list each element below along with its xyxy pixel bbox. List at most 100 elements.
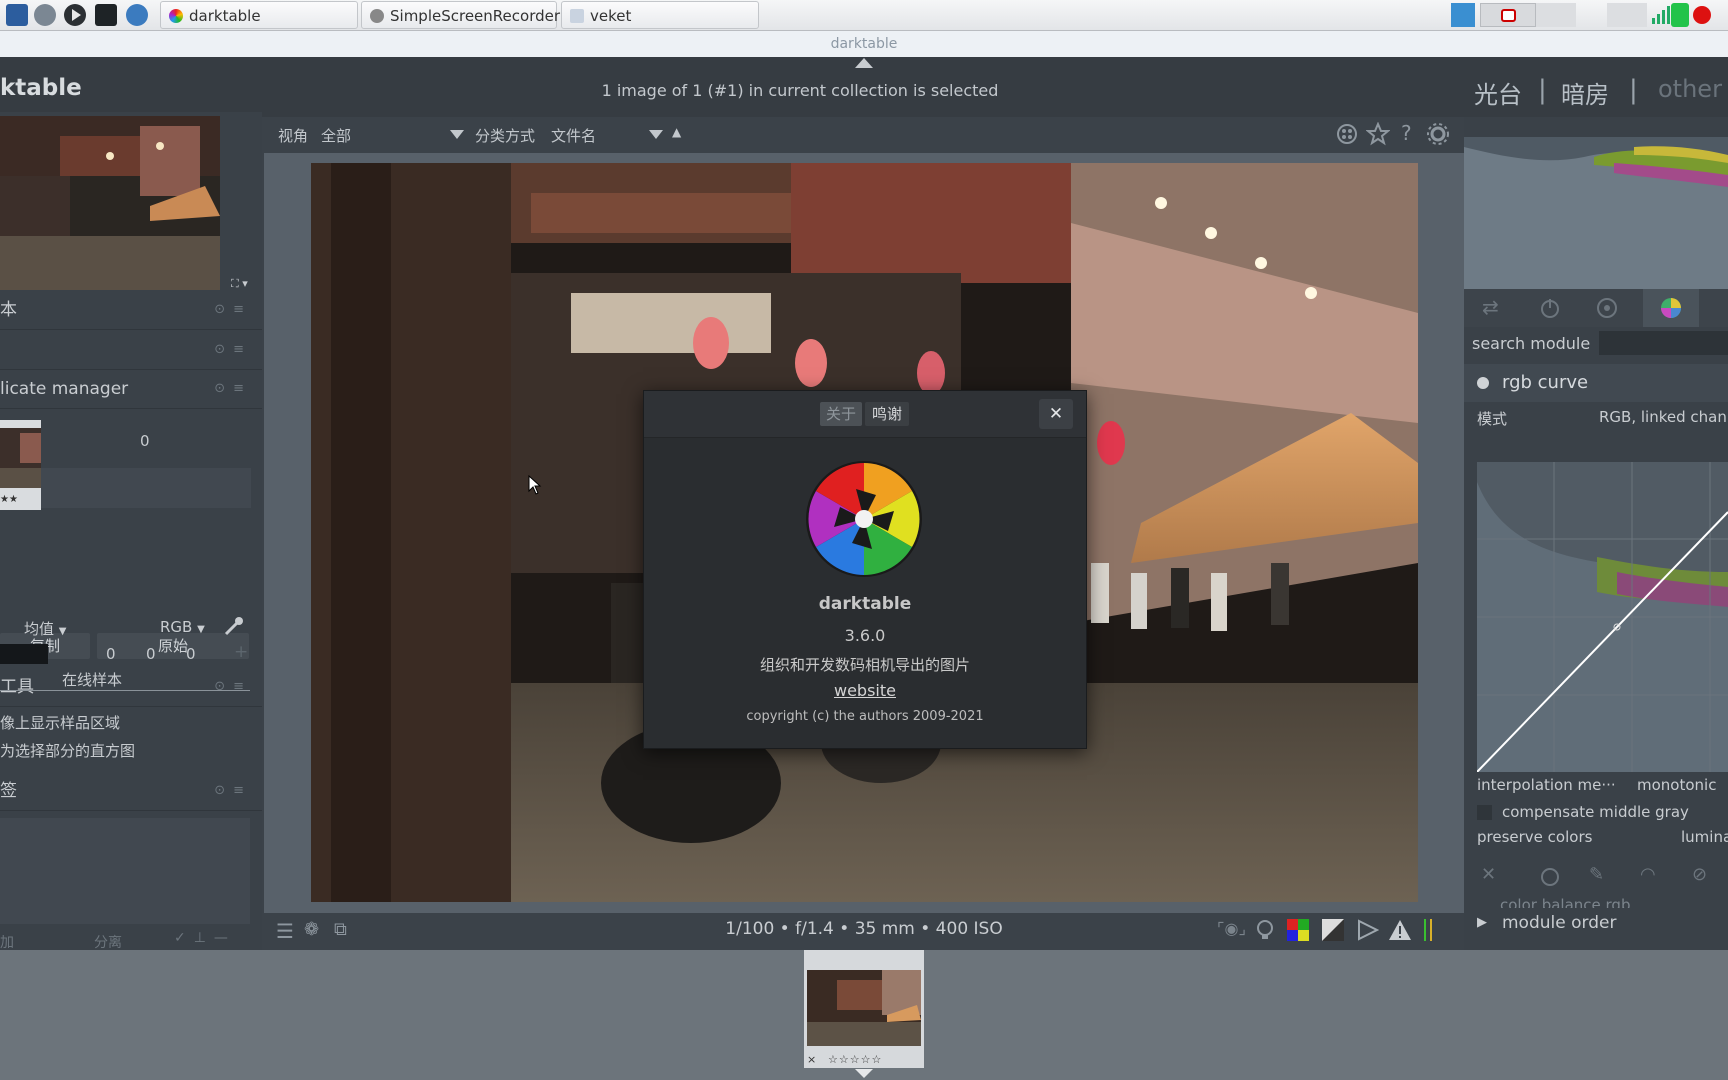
- view-label: 视角: [278, 127, 309, 145]
- view-lighttable[interactable]: 光台: [1474, 75, 1522, 110]
- module-reset-icon[interactable]: ⊙≡: [214, 668, 252, 706]
- selection-status: 1 image of 1 (#1) in current collection …: [601, 81, 999, 100]
- reject-icon[interactable]: ×: [807, 1053, 816, 1066]
- view-other[interactable]: other: [1658, 75, 1722, 103]
- desktop-icon[interactable]: [1451, 3, 1475, 27]
- bulb-icon[interactable]: [1255, 919, 1275, 941]
- add-sample-icon[interactable]: +: [234, 642, 248, 662]
- tray-blank: [1607, 3, 1647, 27]
- window-title: darktable: [0, 31, 1728, 57]
- browser-globe-icon[interactable]: [126, 4, 148, 26]
- tag-detach-button[interactable]: 分离: [94, 932, 122, 952]
- taskbar-tab-darktable[interactable]: darktable: [160, 1, 358, 29]
- color-space-select[interactable]: RGB ▼: [160, 618, 205, 636]
- module-header-rgb-curve[interactable]: rgb curve: [1464, 364, 1728, 402]
- module-reset-icon[interactable]: ⊙≡: [214, 291, 252, 329]
- module-header-tags[interactable]: 签 ⊙≡: [0, 772, 262, 811]
- sort-dropdown[interactable]: 文件名: [551, 125, 596, 146]
- option-restrict-histogram[interactable]: 为选择部分的直方图: [0, 740, 135, 761]
- parametric-mask-icon[interactable]: ◠: [1640, 864, 1656, 885]
- drawn-mask-icon[interactable]: ✎: [1589, 864, 1604, 885]
- raster-mask-icon[interactable]: ⊘: [1692, 864, 1707, 885]
- warning-icon[interactable]: [1388, 919, 1412, 941]
- histogram[interactable]: [1464, 117, 1728, 289]
- styles-icon[interactable]: [1336, 123, 1358, 145]
- tag-toggle-icons[interactable]: ✓⊥—: [174, 930, 236, 946]
- sort-direction-toggle[interactable]: ▲: [672, 125, 681, 139]
- picker-mode-value: 均值: [24, 620, 55, 638]
- gamut-check-icon[interactable]: [1322, 919, 1344, 941]
- blend-mode-bar: ✕ ✎ ◠ ⊘: [1464, 861, 1728, 893]
- blend-off-icon[interactable]: ✕: [1481, 864, 1496, 885]
- filmstrip-thumbnail[interactable]: × ☆☆☆☆☆: [804, 950, 924, 1068]
- interpolation-value[interactable]: monotonic: [1637, 776, 1716, 794]
- module-reset-icon[interactable]: ⊙≡: [214, 370, 252, 408]
- softproof-icon[interactable]: [1287, 919, 1309, 941]
- module-reset-icon[interactable]: ⊙≡: [214, 772, 252, 810]
- search-module-input[interactable]: [1599, 331, 1728, 355]
- module-header-duplicate-manager[interactable]: licate manager ⊙≡: [0, 370, 262, 409]
- help-icon[interactable]: ?: [1401, 121, 1412, 145]
- view-dropdown[interactable]: 全部: [321, 125, 351, 146]
- preserve-colors-value[interactable]: lumina: [1681, 828, 1728, 846]
- fullscreen-icon[interactable]: ⛶ ▾: [231, 277, 248, 291]
- tag-add-button[interactable]: 加: [0, 932, 14, 952]
- option-show-area[interactable]: 像上显示样品区域: [0, 712, 120, 733]
- os-taskbar: darktable SimpleScreenRecorder veket: [0, 0, 1728, 31]
- clipping-icon[interactable]: [1357, 919, 1379, 941]
- duplicate-preview-area: [41, 468, 251, 508]
- color-picker-icon[interactable]: [222, 614, 246, 638]
- curve-mode-value[interactable]: RGB, linked chan: [1599, 408, 1727, 426]
- color-modules-tab[interactable]: [1643, 289, 1699, 327]
- folder-icon: [570, 9, 584, 23]
- chevron-down-icon[interactable]: [450, 130, 464, 139]
- battery-icon[interactable]: [1671, 3, 1689, 27]
- sort-label: 分类方式: [475, 127, 536, 145]
- sample-value-r: 0: [106, 645, 116, 663]
- view-darkroom[interactable]: 暗房: [1561, 75, 1609, 110]
- module-order-row[interactable]: ▶ module order: [1464, 908, 1728, 944]
- curve-graph[interactable]: [1476, 462, 1728, 773]
- network-signal-icon[interactable]: [1650, 3, 1670, 27]
- settings-icon[interactable]: [34, 4, 56, 26]
- duplicate-thumbnail[interactable]: ★★: [0, 420, 41, 510]
- system-monitor-icon[interactable]: [6, 4, 28, 26]
- terminal-icon[interactable]: [95, 4, 117, 26]
- power-icon[interactable]: [1539, 297, 1561, 319]
- picker-mode-select[interactable]: 均值 ▼: [24, 618, 67, 639]
- collapse-top-panel-icon[interactable]: [855, 58, 873, 68]
- chevron-down-icon[interactable]: [649, 130, 663, 139]
- recording-indicator[interactable]: [1480, 3, 1536, 27]
- module-header-basic[interactable]: 本 ⊙≡: [0, 291, 262, 330]
- navigation-preview[interactable]: [0, 116, 220, 290]
- module-reset-icon[interactable]: ⊙≡: [214, 331, 252, 369]
- filmstrip-arrow-icon: [855, 1069, 873, 1078]
- record-stop-icon[interactable]: [1691, 3, 1713, 27]
- media-play-icon[interactable]: [64, 4, 86, 26]
- star-rating[interactable]: ☆☆☆☆☆: [828, 1053, 882, 1066]
- tab-credits[interactable]: 鸣谢: [865, 402, 909, 426]
- website-link[interactable]: website: [644, 681, 1086, 700]
- taskbar-tab-veket[interactable]: veket: [561, 1, 759, 29]
- compensate-label[interactable]: compensate middle gray: [1502, 803, 1689, 821]
- module-header-empty[interactable]: ⊙≡: [0, 331, 262, 370]
- star-icon[interactable]: [1366, 122, 1390, 146]
- uniform-blend-icon[interactable]: [1540, 867, 1560, 887]
- base-modules-icon[interactable]: [1596, 297, 1618, 319]
- module-header-color-picker[interactable]: 工具 ⊙≡: [0, 668, 262, 707]
- view-separator: |: [1538, 75, 1547, 105]
- duplicate-stars[interactable]: ★★: [0, 494, 18, 505]
- close-button[interactable]: ✕: [1039, 399, 1073, 429]
- focus-peaking-icon[interactable]: ⌜◉⌟: [1217, 919, 1246, 938]
- duplicate-number: 0: [140, 432, 150, 450]
- gear-icon[interactable]: [1426, 122, 1450, 146]
- taskbar-tab-recorder[interactable]: SimpleScreenRecorder: [361, 1, 560, 29]
- tags-list-area[interactable]: [0, 818, 250, 924]
- guides-icon[interactable]: [1422, 919, 1434, 941]
- module-power-icon[interactable]: [1476, 376, 1490, 390]
- taskbar-tab-label: darktable: [189, 7, 261, 25]
- tab-about[interactable]: 关于: [820, 402, 862, 426]
- compensate-checkbox[interactable]: [1477, 805, 1492, 820]
- active-modules-icon[interactable]: ⇄: [1482, 295, 1499, 319]
- next-module-header[interactable]: color balance rgb: [1500, 896, 1630, 908]
